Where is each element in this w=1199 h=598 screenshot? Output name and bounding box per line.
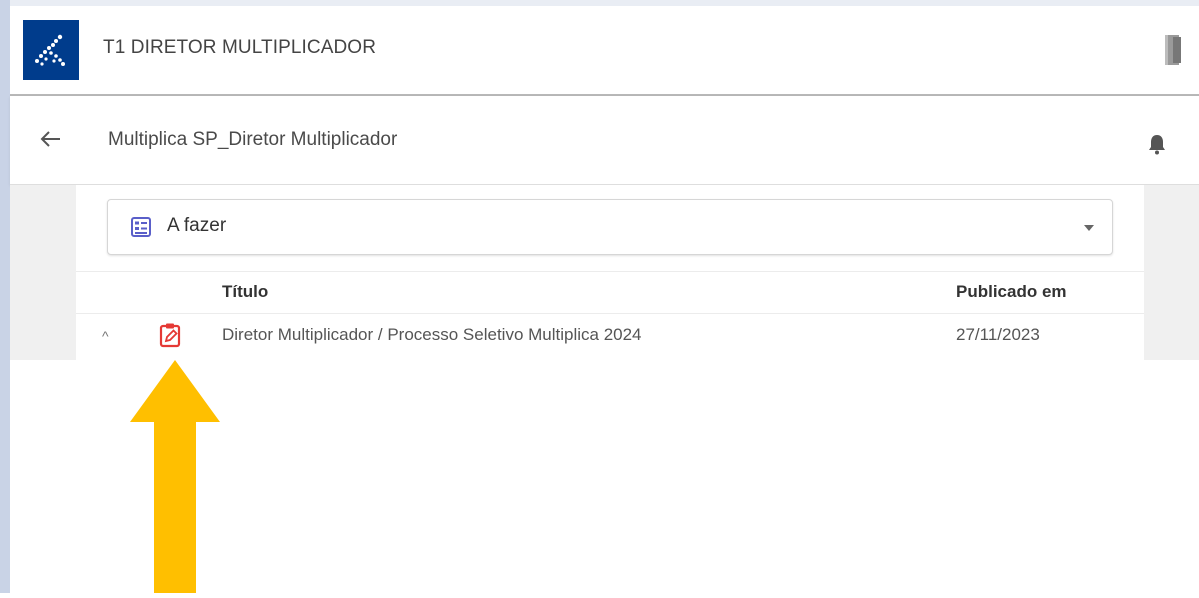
bell-icon[interactable] <box>1147 133 1167 155</box>
task-published-date: 27/11/2023 <box>956 325 1040 344</box>
door-exit-icon[interactable] <box>1162 33 1184 67</box>
class-title: Multiplica SP_Diretor Multiplicador <box>108 129 398 150</box>
status-filter-select[interactable]: A fazer <box>107 199 1113 255</box>
chevron-down-icon[interactable] <box>1084 225 1094 231</box>
clipboard-edit-icon[interactable] <box>158 322 182 348</box>
table-row[interactable]: ^ Diretor Multiplicador / Processo Selet… <box>76 314 1144 356</box>
up-arrow-icon <box>130 360 220 593</box>
column-header-published[interactable]: Publicado em <box>956 282 1067 302</box>
arrow-left-icon[interactable] <box>38 126 64 152</box>
app-title: T1 DIRETOR MULTIPLICADOR <box>103 37 377 58</box>
left-rail <box>0 0 10 593</box>
column-header-title[interactable]: Título <box>222 282 268 302</box>
status-filter-value: A fazer <box>167 215 227 236</box>
task-title[interactable]: Diretor Multiplicador / Processo Seletiv… <box>222 325 642 345</box>
constellation-logo-icon[interactable] <box>23 20 79 80</box>
class-header: Multiplica SP_Diretor Multiplicador <box>10 96 1199 185</box>
app-header: T1 DIRETOR MULTIPLICADOR <box>10 6 1199 96</box>
checklist-icon <box>131 217 151 237</box>
task-list-card: A fazer Título Publicado em ^ Diretor Mu… <box>76 185 1144 360</box>
chevron-up-icon[interactable]: ^ <box>102 328 109 344</box>
divider <box>76 271 1144 272</box>
